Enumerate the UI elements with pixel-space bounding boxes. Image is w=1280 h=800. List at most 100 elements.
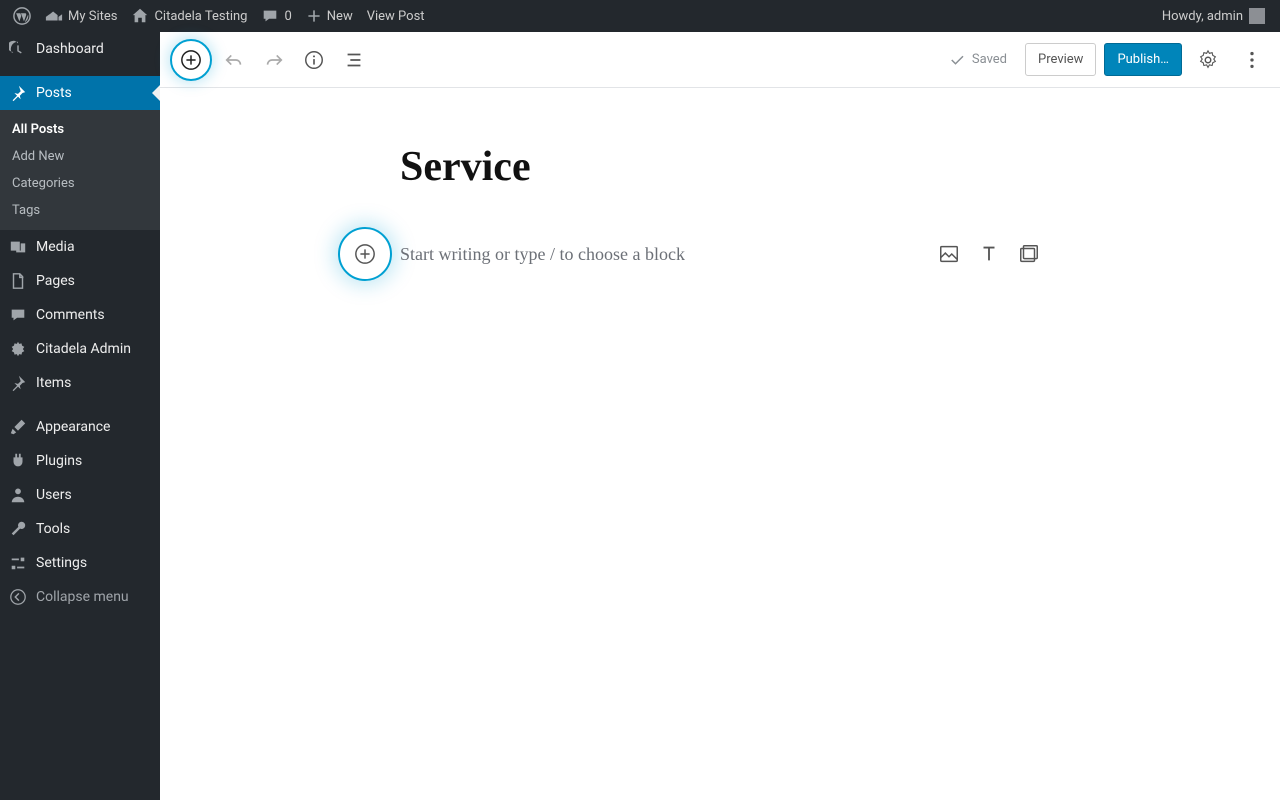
sidebar-submenu-posts: All Posts Add New Categories Tags (0, 110, 160, 230)
sidebar-item-items[interactable]: Items (0, 366, 160, 400)
info-icon (303, 49, 325, 71)
gear-icon (8, 339, 28, 359)
sidebar-item-dashboard[interactable]: Dashboard (0, 32, 160, 66)
admin-sidebar: Dashboard Posts All Posts Add New Catego… (0, 32, 160, 800)
sidebar-label-posts: Posts (36, 85, 72, 101)
editor: Saved Preview Publish… Service (160, 32, 1280, 800)
onboarding-highlight (170, 39, 212, 81)
wp-logo[interactable] (6, 0, 38, 32)
settings-button[interactable] (1190, 42, 1226, 78)
plus-icon (306, 8, 322, 24)
submenu-categories[interactable]: Categories (0, 170, 160, 197)
media-icon (8, 237, 28, 257)
sidebar-item-users[interactable]: Users (0, 478, 160, 512)
sidebar-label-plugins: Plugins (36, 453, 82, 469)
quick-inserters (938, 243, 1040, 265)
my-sites-link[interactable]: My Sites (38, 0, 124, 32)
submenu-add-new[interactable]: Add New (0, 143, 160, 170)
comments-link[interactable]: 0 (254, 0, 298, 32)
saved-label: Saved (972, 52, 1007, 67)
add-block-button[interactable] (173, 42, 209, 78)
preview-button[interactable]: Preview (1025, 43, 1096, 76)
redo-icon (263, 49, 285, 71)
sidebar-label-appearance: Appearance (36, 419, 110, 435)
multisite-icon (45, 7, 63, 25)
wordpress-icon (13, 7, 31, 25)
sidebar-item-comments[interactable]: Comments (0, 298, 160, 332)
site-link[interactable]: Citadela Testing (124, 0, 254, 32)
block-placeholder-text[interactable]: Start writing or type / to choose a bloc… (400, 244, 685, 265)
editor-canvas[interactable]: Service Start writing or type / to choos… (160, 88, 1280, 800)
plug-icon (8, 451, 28, 471)
redo-button[interactable] (256, 42, 292, 78)
pin-icon (8, 373, 28, 393)
sidebar-label-users: Users (36, 487, 72, 503)
sidebar-item-plugins[interactable]: Plugins (0, 444, 160, 478)
site-name-label: Citadela Testing (154, 9, 247, 24)
collapse-icon (8, 587, 28, 607)
insert-gallery-button[interactable] (1018, 243, 1040, 265)
insert-heading-button[interactable] (978, 243, 1000, 265)
save-status: Saved (938, 51, 1017, 69)
brush-icon (8, 417, 28, 437)
new-content-link[interactable]: New (299, 0, 360, 32)
heading-icon (978, 243, 1000, 265)
comments-count: 0 (284, 9, 291, 24)
sidebar-label-pages: Pages (36, 273, 75, 289)
check-icon (948, 51, 966, 69)
pin-icon (8, 83, 28, 103)
image-icon (938, 243, 960, 265)
submenu-tags[interactable]: Tags (0, 197, 160, 224)
avatar (1249, 8, 1265, 24)
onboarding-highlight-inline (338, 227, 392, 281)
comment-icon (8, 305, 28, 325)
submenu-all-posts[interactable]: All Posts (0, 116, 160, 143)
sidebar-item-pages[interactable]: Pages (0, 264, 160, 298)
outline-button[interactable] (336, 42, 372, 78)
undo-icon (223, 49, 245, 71)
plus-circle-icon (354, 243, 376, 265)
preview-label: Preview (1038, 52, 1083, 67)
gear-icon (1197, 49, 1219, 71)
dashboard-icon (8, 39, 28, 59)
publish-button[interactable]: Publish… (1104, 43, 1182, 76)
home-icon (131, 7, 149, 25)
sidebar-item-settings[interactable]: Settings (0, 546, 160, 580)
editor-topbar: Saved Preview Publish… (160, 32, 1280, 88)
gallery-icon (1018, 243, 1040, 265)
undo-button[interactable] (216, 42, 252, 78)
sidebar-label-items: Items (36, 375, 71, 391)
sidebar-label-dashboard: Dashboard (36, 41, 104, 57)
comment-icon (261, 7, 279, 25)
sidebar-item-appearance[interactable]: Appearance (0, 410, 160, 444)
sidebar-item-media[interactable]: Media (0, 230, 160, 264)
howdy-label: Howdy, admin (1162, 9, 1243, 24)
plus-circle-icon (180, 49, 202, 71)
collapse-menu[interactable]: Collapse menu (0, 580, 160, 614)
insert-image-button[interactable] (938, 243, 960, 265)
outline-icon (343, 49, 365, 71)
more-button[interactable] (1234, 42, 1270, 78)
kebab-icon (1241, 49, 1263, 71)
view-post-label: View Post (367, 9, 425, 24)
info-button[interactable] (296, 42, 332, 78)
publish-label: Publish… (1117, 52, 1169, 67)
inline-add-block-button[interactable] (347, 236, 383, 272)
view-post-link[interactable]: View Post (360, 0, 432, 32)
sidebar-item-citadela-admin[interactable]: Citadela Admin (0, 332, 160, 366)
my-sites-label: My Sites (68, 9, 117, 24)
sidebar-label-comments: Comments (36, 307, 105, 323)
sidebar-item-tools[interactable]: Tools (0, 512, 160, 546)
account-link[interactable]: Howdy, admin (1155, 0, 1272, 32)
admin-bar: My Sites Citadela Testing 0 New View Pos… (0, 0, 1280, 32)
sidebar-item-posts[interactable]: Posts (0, 76, 160, 110)
sidebar-label-tools: Tools (36, 521, 70, 537)
sidebar-label-settings: Settings (36, 555, 87, 571)
new-label: New (327, 9, 353, 24)
pages-icon (8, 271, 28, 291)
sidebar-label-citadela: Citadela Admin (36, 341, 131, 357)
user-icon (8, 485, 28, 505)
sidebar-label-media: Media (36, 239, 75, 255)
collapse-label: Collapse menu (36, 589, 129, 605)
post-title[interactable]: Service (400, 143, 1040, 191)
